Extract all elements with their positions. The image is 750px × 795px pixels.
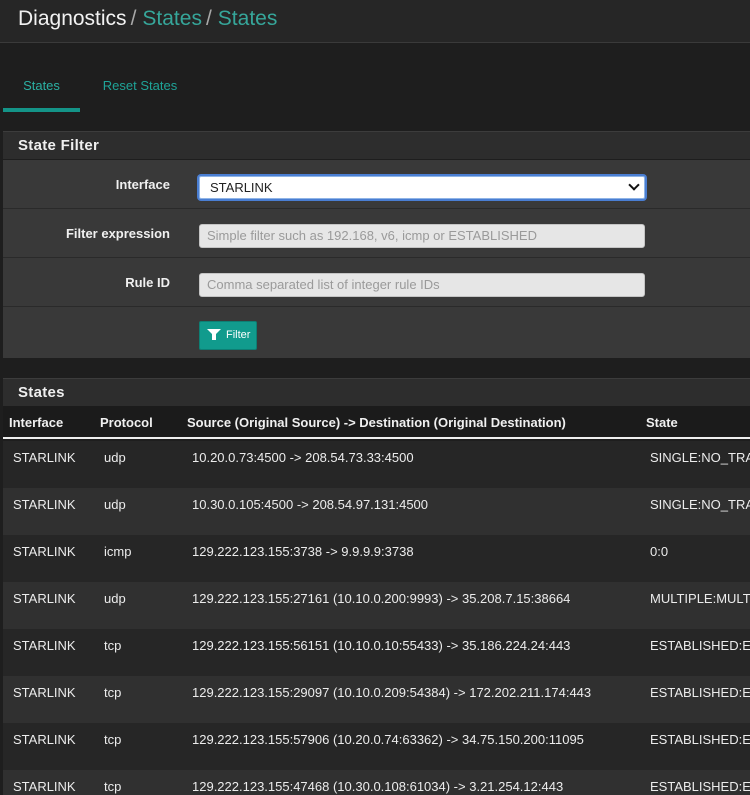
- table-row: STARLINK tcp 129.222.123.155:29097 (10.10.…: [3, 676, 750, 723]
- cell-protocol: udp: [104, 591, 126, 606]
- column-header-source-destination[interactable]: Source (Original Source) -> Destination …: [187, 415, 566, 430]
- cell-source-destination: 129.222.123.155:29097 (10.10.0.209:54384…: [192, 685, 592, 700]
- cell-state: ESTABLISHED:E: [650, 779, 750, 794]
- chevron-down-icon: [628, 179, 640, 191]
- cell-state: SINGLE:NO_TRA: [650, 497, 750, 512]
- cell-interface: STARLINK: [13, 779, 76, 794]
- breadcrumb-root: Diagnostics: [18, 7, 127, 30]
- states-heading: States: [3, 378, 750, 406]
- cell-interface: STARLINK: [13, 685, 76, 700]
- filter-expression-input[interactable]: Simple filter such as 192.168, v6, icmp …: [199, 224, 645, 248]
- cell-source-destination: 129.222.123.155:27161 (10.10.0.200:9993)…: [192, 591, 571, 606]
- table-row: STARLINK tcp 129.222.123.155:47468 (10.30.…: [3, 770, 750, 795]
- tab-reset-states[interactable]: Reset States: [90, 60, 190, 112]
- tab-states[interactable]: States: [3, 60, 80, 112]
- page-header: Diagnostics / States / States: [0, 0, 750, 43]
- filter-button-label: Filter: [226, 329, 251, 341]
- table-row: STARLINK udp 10.30.0.105:4500 -> 208.54.97…: [3, 488, 750, 535]
- filter-expression-label: Filter expression: [65, 226, 170, 241]
- cell-protocol: tcp: [104, 732, 122, 747]
- rule-id-label: Rule ID: [125, 275, 170, 290]
- table-row: STARLINK udp 10.20.0.73:4500 -> 208.54.73.…: [3, 441, 750, 488]
- filter-icon-stem: [212, 334, 216, 340]
- interface-row: Interface STARLINK: [3, 160, 750, 209]
- rule-id-row: Rule ID Comma separated list of integer …: [3, 258, 750, 307]
- cell-source-destination: 129.222.123.155:47468 (10.30.0.108:61034…: [192, 779, 564, 794]
- table-row: STARLINK icmp 129.222.123.155:3738 -> 9.9.…: [3, 535, 750, 582]
- cell-state: ESTABLISHED:E: [650, 685, 750, 700]
- cell-state: 0:0: [650, 544, 669, 559]
- interface-select[interactable]: STARLINK: [199, 176, 645, 199]
- tab-bar: States Reset States: [0, 60, 750, 112]
- breadcrumb: Diagnostics / States / States: [18, 6, 277, 32]
- breadcrumb-separator: /: [205, 7, 212, 30]
- table-row: STARLINK udp 129.222.123.155:27161 (10.10.…: [3, 582, 750, 629]
- breadcrumb-separator: /: [130, 7, 137, 30]
- column-header-protocol[interactable]: Protocol: [100, 415, 153, 430]
- filter-button-row: Filter: [3, 307, 750, 358]
- cell-state: SINGLE:NO_TRA: [650, 450, 750, 465]
- cell-protocol: tcp: [104, 638, 122, 653]
- cell-state: MULTIPLE:MULT: [650, 591, 750, 606]
- rule-id-input[interactable]: Comma separated list of integer rule IDs: [199, 273, 645, 297]
- cell-interface: STARLINK: [13, 732, 76, 747]
- filter-expression-row: Filter expression Simple filter such as …: [3, 209, 750, 258]
- filter-button[interactable]: Filter: [199, 321, 257, 350]
- table-row: STARLINK tcp 129.222.123.155:56151 (10.10.…: [3, 629, 750, 676]
- breadcrumb-link-states[interactable]: States: [142, 7, 202, 30]
- table-header: Interface Protocol Source (Original Sour…: [3, 406, 750, 439]
- cell-interface: STARLINK: [13, 450, 76, 465]
- interface-select-value: STARLINK: [210, 180, 273, 195]
- cell-protocol: udp: [104, 497, 126, 512]
- column-header-interface[interactable]: Interface: [9, 415, 63, 430]
- cell-protocol: icmp: [104, 544, 132, 559]
- cell-protocol: tcp: [104, 779, 122, 794]
- cell-protocol: tcp: [104, 685, 122, 700]
- interface-label: Interface: [115, 177, 170, 192]
- cell-source-destination: 10.30.0.105:4500 -> 208.54.97.131:4500: [192, 497, 429, 512]
- state-filter-panel: Interface STARLINK Filter expression Sim…: [3, 160, 750, 358]
- cell-interface: STARLINK: [13, 591, 76, 606]
- cell-state: ESTABLISHED:E: [650, 638, 750, 653]
- breadcrumb-link-states-current[interactable]: States: [218, 7, 278, 30]
- cell-interface: STARLINK: [13, 497, 76, 512]
- state-filter-heading: State Filter: [3, 131, 750, 159]
- cell-protocol: udp: [104, 450, 126, 465]
- cell-interface: STARLINK: [13, 638, 76, 653]
- cell-interface: STARLINK: [13, 544, 76, 559]
- cell-state: ESTABLISHED:E: [650, 732, 750, 747]
- cell-source-destination: 129.222.123.155:3738 -> 9.9.9.9:3738: [192, 544, 414, 559]
- table-row: STARLINK tcp 129.222.123.155:57906 (10.20.…: [3, 723, 750, 770]
- cell-source-destination: 129.222.123.155:56151 (10.10.0.10:55433)…: [192, 638, 571, 653]
- cell-source-destination: 129.222.123.155:57906 (10.20.0.74:63362)…: [192, 732, 584, 747]
- cell-source-destination: 10.20.0.73:4500 -> 208.54.73.33:4500: [192, 450, 414, 465]
- column-header-state[interactable]: State: [646, 415, 678, 430]
